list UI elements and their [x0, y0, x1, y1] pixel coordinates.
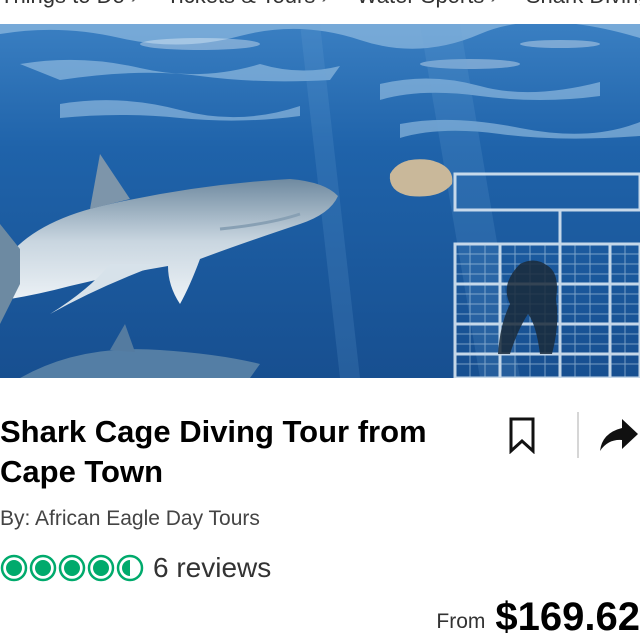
breadcrumb-item-shark-diving[interactable]: Shark Diving — [526, 0, 640, 8]
save-button[interactable] — [500, 410, 544, 460]
breadcrumb-item-water-sports[interactable]: Water Sports — [357, 0, 485, 8]
price-row: From $169.62 — [436, 590, 640, 640]
price-value: $169.62 — [495, 595, 640, 639]
price-prefix: From — [436, 610, 486, 633]
rating-bubble-half-icon — [116, 554, 144, 582]
rating-bubble-full-icon — [29, 554, 57, 582]
rating-bubble-full-icon — [0, 554, 28, 582]
shark-cage-diving-photo — [0, 24, 640, 378]
rating-bubbles — [0, 554, 145, 582]
rating-row[interactable]: 6 reviews — [0, 550, 271, 586]
product-title: Shark Cage Diving Tour from Cape Town — [0, 414, 427, 489]
breadcrumb-separator-icon: › — [131, 0, 138, 8]
operator-byline[interactable]: By: African Eagle Day Tours — [0, 505, 260, 533]
breadcrumb-separator-icon: › — [490, 0, 497, 8]
breadcrumb: Things to Do › Tickets & Tours › Water Spo… — [0, 0, 640, 24]
breadcrumb-item-things-to-do[interactable]: Things to Do — [0, 0, 125, 8]
action-divider — [577, 412, 579, 458]
product-page: Things to Do › Tickets & Tours › Water Spo… — [0, 0, 640, 640]
bookmark-icon — [509, 417, 535, 454]
share-button[interactable] — [596, 412, 640, 458]
rating-bubble-full-icon — [87, 554, 115, 582]
reviews-link[interactable]: 6 reviews — [153, 550, 271, 586]
breadcrumb-item-tickets-tours[interactable]: Tickets & Tours — [166, 0, 315, 8]
breadcrumb-separator-icon: › — [321, 0, 328, 8]
hero-photo[interactable] — [0, 24, 640, 378]
rating-bubble-full-icon — [58, 554, 86, 582]
share-arrow-icon — [600, 419, 638, 451]
